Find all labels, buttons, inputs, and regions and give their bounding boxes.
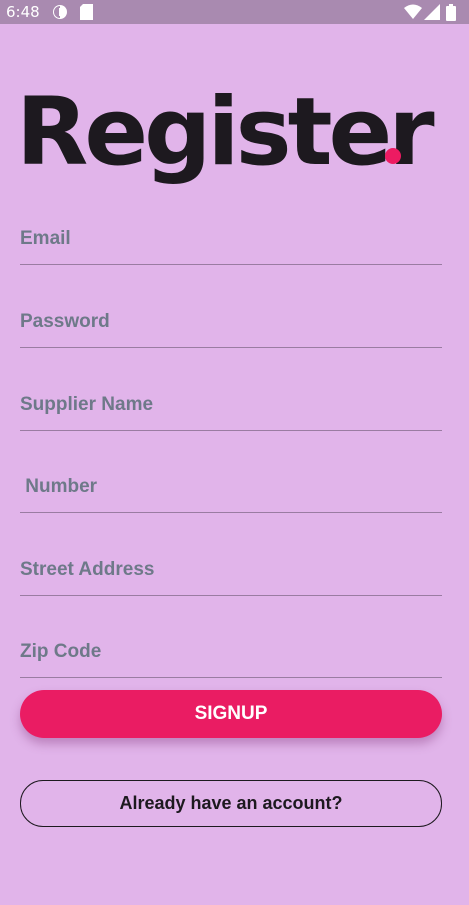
number-field-container	[20, 462, 442, 513]
data-saver-icon	[52, 4, 68, 24]
signal-icon	[424, 4, 440, 24]
signup-button[interactable]: SIGNUP	[20, 690, 442, 738]
email-field[interactable]	[20, 214, 442, 264]
street-address-field[interactable]	[20, 545, 442, 595]
street-address-field-container	[20, 545, 442, 596]
email-field-container	[20, 214, 442, 265]
battery-icon	[446, 4, 456, 25]
status-bar: 6:48	[0, 0, 469, 24]
page-title: Register	[16, 78, 435, 187]
login-link-button[interactable]: Already have an account?	[20, 780, 442, 827]
page-header: Register	[16, 78, 435, 188]
wifi-icon	[404, 4, 422, 24]
title-accent-dot	[385, 148, 401, 164]
status-time: 6:48	[6, 3, 40, 21]
supplier-name-field[interactable]	[20, 380, 442, 430]
zip-code-field-container	[20, 627, 442, 678]
supplier-name-field-container	[20, 380, 442, 431]
password-field-container	[20, 297, 442, 348]
zip-code-field[interactable]	[20, 627, 442, 677]
number-field[interactable]	[20, 462, 442, 512]
sd-card-icon	[80, 4, 93, 24]
password-field[interactable]	[20, 297, 442, 347]
